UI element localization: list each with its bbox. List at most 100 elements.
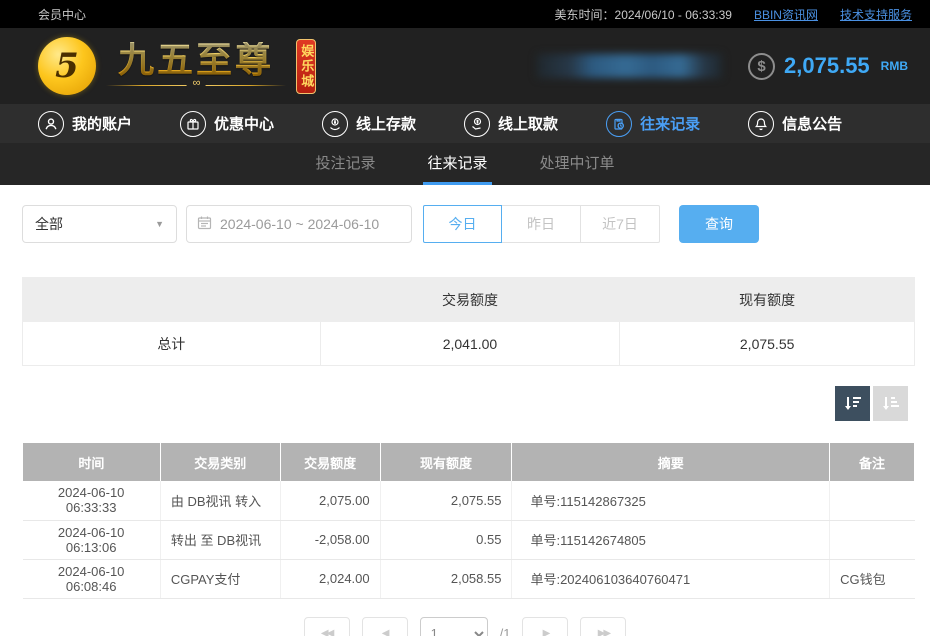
last7days-button[interactable]: 近7日 — [581, 205, 660, 243]
tab-pending-orders[interactable]: 处理中订单 — [536, 143, 619, 185]
nav-label: 线上存款 — [356, 113, 416, 134]
site-logo[interactable]: 5 九五至尊 ∞ 娱乐城 — [38, 37, 345, 95]
prev-page-button[interactable]: ◀ — [362, 617, 408, 636]
header-type: 交易类别 — [160, 443, 280, 481]
username-masked — [537, 54, 722, 78]
date-range-input[interactable]: 2024-06-10 ~ 2024-06-10 — [186, 205, 412, 243]
sort-descending-button[interactable] — [835, 386, 870, 421]
table-row: 2024-06-10 06:33:33 由 DB视讯 转入 2,075.00 2… — [23, 481, 915, 520]
header-note: 备注 — [830, 443, 915, 481]
cell-time: 2024-06-10 06:33:33 — [23, 481, 161, 520]
summary-header-row: 交易额度 现有额度 — [23, 278, 915, 322]
cell-memo: 单号:115142674805 — [512, 520, 830, 559]
cell-memo: 单号:202406103640760471 — [512, 559, 830, 598]
nav-item-my-account[interactable]: 我的账户 — [38, 111, 132, 137]
cell-amount: 2,024.00 — [280, 559, 380, 598]
cell-balance: 2,075.55 — [380, 481, 512, 520]
cell-type: CGPAY支付 — [160, 559, 280, 598]
content-area: 全部 ▼ 2024-06-10 ~ 2024-06-10 今日 昨日 近7日 查… — [0, 185, 930, 636]
cell-amount: 2,075.00 — [280, 481, 380, 520]
nav-item-transaction-records[interactable]: 往来记录 — [606, 111, 700, 137]
subnav: 投注记录 往来记录 处理中订单 — [0, 143, 930, 185]
nav-item-announcements[interactable]: 信息公告 — [748, 111, 842, 137]
bbin-news-link[interactable]: BBIN资讯网 — [754, 6, 818, 23]
cell-type: 由 DB视讯 转入 — [160, 481, 280, 520]
records-header-row: 时间 交易类别 交易额度 现有额度 摘要 备注 — [23, 443, 915, 481]
page-total-label: /1 — [500, 626, 511, 636]
summary-transaction-total: 2,041.00 — [320, 322, 620, 366]
nav-label: 线上取款 — [498, 113, 558, 134]
table-row: 2024-06-10 06:13:06 转出 至 DB视讯 -2,058.00 … — [23, 520, 915, 559]
main-nav: 我的账户 优惠中心 线上存款 线上取款 — [0, 104, 930, 143]
summary-total-row: 总计 2,041.00 2,075.55 — [23, 322, 915, 366]
bell-icon — [748, 111, 774, 137]
page-select[interactable]: 1 — [420, 617, 488, 636]
sort-ascending-icon — [881, 394, 901, 414]
pagination: ◀◀ ◀ 1 /1 ▶ ▶▶ — [0, 617, 930, 636]
cell-balance: 0.55 — [380, 520, 512, 559]
header-balance: 现有额度 — [380, 443, 512, 481]
chevron-down-icon: ▼ — [155, 219, 164, 229]
logo-flourish-icon: ∞ — [106, 81, 286, 91]
nav-item-deposit[interactable]: 线上存款 — [322, 111, 416, 137]
nav-label: 我的账户 — [72, 113, 132, 134]
date-range-value: 2024-06-10 ~ 2024-06-10 — [220, 216, 379, 232]
summary-header-balance: 现有额度 — [620, 278, 915, 322]
logo-badge: 娱乐城 — [296, 39, 316, 94]
calendar-icon — [197, 215, 212, 233]
member-center-label: 会员中心 — [38, 6, 86, 23]
yesterday-button[interactable]: 昨日 — [502, 205, 581, 243]
cell-balance: 2,058.55 — [380, 559, 512, 598]
next-page-button[interactable]: ▶ — [522, 617, 568, 636]
records-table: 时间 交易类别 交易额度 现有额度 摘要 备注 2024-06-10 06:33… — [22, 443, 915, 599]
sort-descending-icon — [843, 394, 863, 414]
cell-note — [830, 481, 915, 520]
today-button[interactable]: 今日 — [423, 205, 502, 243]
summary-header-empty — [23, 278, 321, 322]
header: 5 九五至尊 ∞ 娱乐城 $ 2,075.55 RMB — [0, 28, 930, 104]
header-time: 时间 — [23, 443, 161, 481]
cell-time: 2024-06-10 06:13:06 — [23, 520, 161, 559]
balance-display: $ 2,075.55 RMB — [748, 53, 908, 80]
dollar-icon: $ — [748, 53, 775, 80]
nav-label: 优惠中心 — [214, 113, 274, 134]
balance-currency: RMB — [881, 59, 908, 73]
quick-date-group: 今日 昨日 近7日 — [423, 205, 660, 243]
records-icon — [606, 111, 632, 137]
filter-bar: 全部 ▼ 2024-06-10 ~ 2024-06-10 今日 昨日 近7日 查… — [22, 205, 930, 243]
withdraw-icon — [464, 111, 490, 137]
cell-note — [830, 520, 915, 559]
user-icon — [38, 111, 64, 137]
cell-memo: 单号:115142867325 — [512, 481, 830, 520]
first-page-button[interactable]: ◀◀ — [304, 617, 350, 636]
nav-item-promotions[interactable]: 优惠中心 — [180, 111, 274, 137]
header-memo: 摘要 — [512, 443, 830, 481]
gift-icon — [180, 111, 206, 137]
last-page-button[interactable]: ▶▶ — [580, 617, 626, 636]
balance-amount: 2,075.55 — [784, 53, 870, 79]
sort-controls — [0, 386, 908, 421]
header-amount: 交易额度 — [280, 443, 380, 481]
sort-ascending-button[interactable] — [873, 386, 908, 421]
category-select[interactable]: 全部 ▼ — [22, 205, 177, 243]
summary-balance-total: 2,075.55 — [620, 322, 915, 366]
logo-monogram-icon: 5 — [38, 37, 96, 95]
tab-transaction-records[interactable]: 往来记录 — [423, 143, 491, 185]
nav-item-withdraw[interactable]: 线上取款 — [464, 111, 558, 137]
nav-label: 信息公告 — [782, 113, 842, 134]
topbar: 会员中心 美东时间：2024/06/10 - 06:33:39 BBIN资讯网 … — [0, 0, 930, 28]
summary-total-label: 总计 — [23, 322, 321, 366]
cell-type: 转出 至 DB视讯 — [160, 520, 280, 559]
logo-title: 九五至尊 — [118, 42, 274, 78]
category-selected-value: 全部 — [35, 214, 63, 234]
tab-bet-records[interactable]: 投注记录 — [311, 143, 379, 185]
eastern-time-label: 美东时间：2024/06/10 - 06:33:39 — [555, 6, 732, 23]
deposit-icon — [322, 111, 348, 137]
search-button[interactable]: 查询 — [679, 205, 759, 243]
cell-time: 2024-06-10 06:08:46 — [23, 559, 161, 598]
cell-note: CG钱包 — [830, 559, 915, 598]
tech-support-link[interactable]: 技术支持服务 — [840, 6, 912, 23]
summary-header-transaction: 交易额度 — [320, 278, 620, 322]
table-row: 2024-06-10 06:08:46 CGPAY支付 2,024.00 2,0… — [23, 559, 915, 598]
nav-label: 往来记录 — [640, 113, 700, 134]
